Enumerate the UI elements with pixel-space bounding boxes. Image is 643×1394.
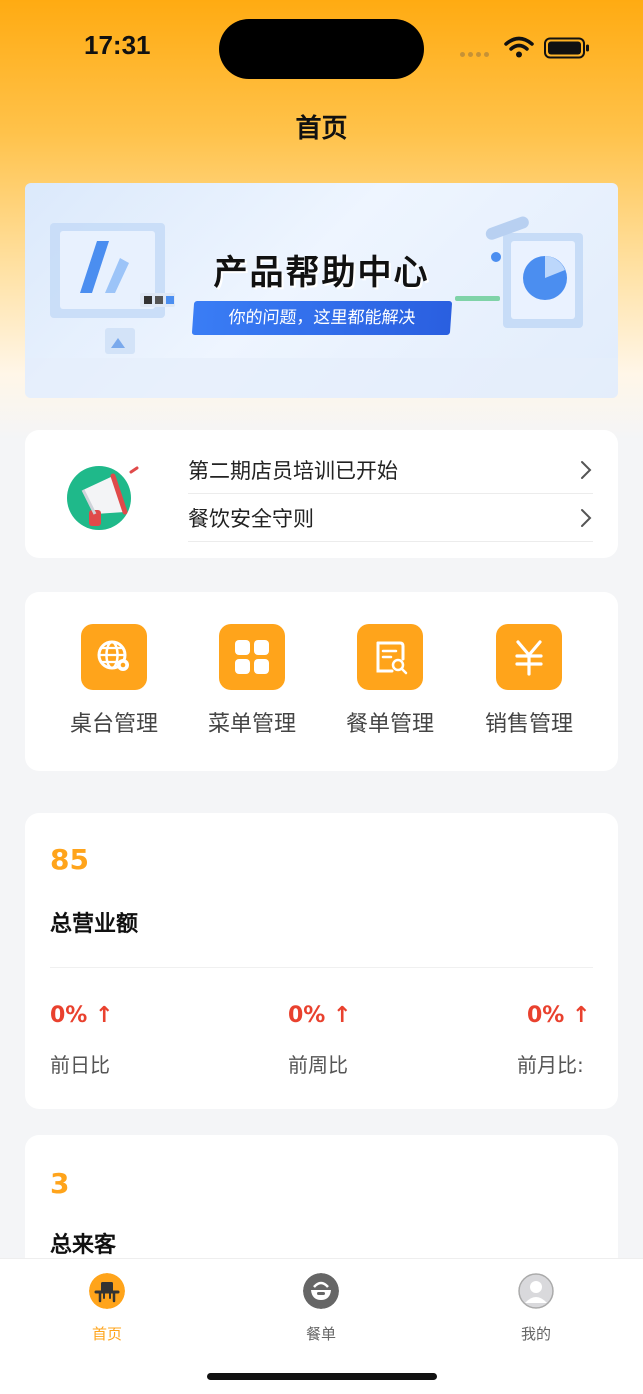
page-title: 首页 [295, 114, 348, 144]
announcement-card: 第二期店员培训已开始 餐饮安全守则 [25, 430, 618, 558]
tab-label: 首页 [91, 1325, 122, 1343]
month-compare-label: 前月比: [517, 1053, 584, 1077]
status-time: 17:31 [84, 30, 151, 60]
wifi-icon [504, 36, 534, 58]
arrow-up-icon: ↑ [325, 1003, 352, 1028]
menu-item-sales-management[interactable]: 销售管理 [469, 624, 589, 738]
day-compare-label: 前日比 [50, 1053, 110, 1077]
battery-icon [544, 37, 589, 59]
menu-label: 餐单管理 [345, 712, 434, 737]
notice-item[interactable]: 餐饮安全守则 [188, 494, 593, 542]
avatar-icon [518, 1273, 554, 1309]
tab-label: 我的 [520, 1325, 551, 1343]
globe-pin-icon [81, 624, 147, 690]
banner-subtitle: 你的问题，这里都能解决 [191, 301, 453, 335]
arrow-up-icon: ↑ [87, 1003, 114, 1028]
help-center-banner[interactable]: 产品帮助中心 你的问题，这里都能解决 [25, 183, 618, 398]
quick-menu-card: 桌台管理 菜单管理 餐单管理 销售管理 [25, 592, 618, 771]
week-compare-pct: 0% ↑ [288, 1003, 352, 1028]
megaphone-icon [67, 466, 139, 530]
arrow-up-icon: ↑ [564, 1003, 591, 1028]
tab-profile[interactable]: 我的 [486, 1273, 586, 1344]
home-indicator [207, 1373, 437, 1380]
divider [50, 967, 593, 968]
menu-item-order-management[interactable]: 餐单管理 [330, 624, 450, 738]
month-compare-pct: 0% ↑ [527, 1003, 591, 1028]
banner-title: 产品帮助中心 [213, 253, 430, 293]
menu-label: 销售管理 [484, 712, 573, 737]
bowl-icon [303, 1273, 339, 1309]
notice-text: 第二期店员培训已开始 [188, 458, 398, 483]
status-bar: 17:31 [0, 0, 643, 96]
dynamic-island [219, 19, 424, 79]
chevron-right-icon [581, 460, 592, 479]
menu-item-table-management[interactable]: 桌台管理 [54, 624, 174, 738]
revenue-label: 总营业额 [50, 912, 139, 937]
receipt-search-icon [357, 624, 423, 690]
revenue-card: 85 总营业额 0% ↑ 前日比 0% ↑ 前周比 0% ↑ 前月比: [25, 813, 618, 1109]
tab-label: 餐单 [305, 1325, 336, 1343]
visitors-value: 3 [50, 1167, 70, 1200]
notice-text: 餐饮安全守则 [188, 506, 314, 531]
tab-home[interactable]: 首页 [57, 1273, 157, 1344]
week-compare-label: 前周比 [288, 1053, 348, 1077]
cellular-signal-icon [460, 52, 489, 57]
home-table-icon [89, 1273, 125, 1309]
yen-icon [496, 624, 562, 690]
menu-label: 菜单管理 [207, 712, 296, 737]
menu-item-menu-management[interactable]: 菜单管理 [192, 624, 312, 738]
tab-orders[interactable]: 餐单 [271, 1273, 371, 1344]
day-compare-pct: 0% ↑ [50, 1003, 114, 1028]
visitors-label: 总来客 [50, 1233, 117, 1258]
grid-icon [219, 624, 285, 690]
revenue-value: 85 [50, 843, 89, 876]
menu-label: 桌台管理 [69, 712, 158, 737]
notice-item[interactable]: 第二期店员培训已开始 [188, 446, 593, 494]
chevron-right-icon [581, 508, 592, 527]
